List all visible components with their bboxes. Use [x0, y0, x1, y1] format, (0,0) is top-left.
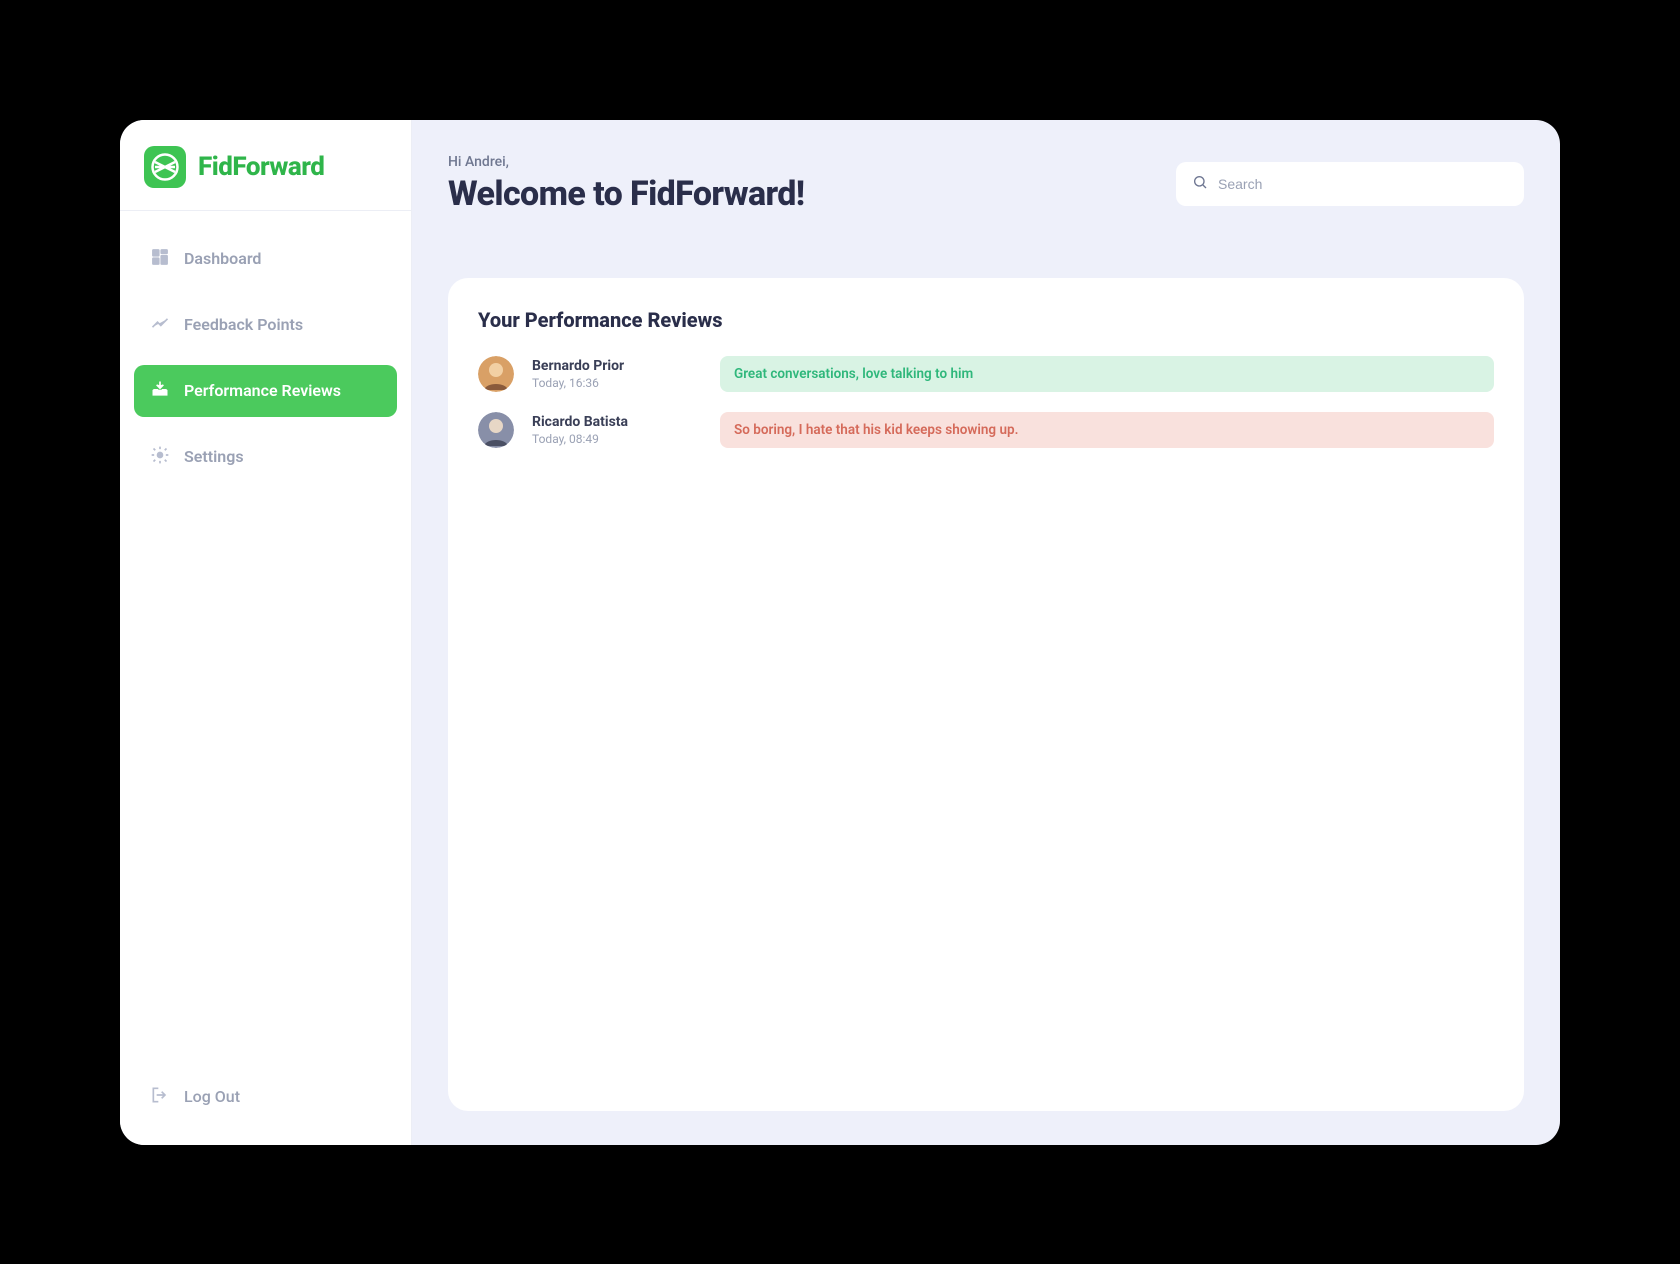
trend-icon — [150, 313, 170, 337]
main-content: Hi Andrei, Welcome to FidForward! Your P… — [412, 120, 1560, 1145]
sidebar-item-label: Feedback Points — [184, 315, 303, 334]
review-row: Bernardo Prior Today, 16:36 Great conver… — [478, 356, 1494, 392]
gear-icon — [150, 445, 170, 469]
avatar — [478, 356, 514, 392]
reviewer-name: Ricardo Batista — [532, 414, 702, 430]
brand: FidForward — [120, 120, 411, 211]
topbar: Hi Andrei, Welcome to FidForward! — [448, 154, 1524, 214]
sidebar-item-label: Dashboard — [184, 249, 261, 268]
greeting-text: Hi Andrei, — [448, 154, 805, 170]
sidebar-item-feedback-points[interactable]: Feedback Points — [134, 299, 397, 351]
sidebar: FidForward Dashboard Feedback Points Per… — [120, 120, 412, 1145]
review-note: Great conversations, love talking to him — [720, 356, 1494, 392]
sidebar-item-dashboard[interactable]: Dashboard — [134, 233, 397, 285]
dashboard-icon — [150, 247, 170, 271]
greeting-block: Hi Andrei, Welcome to FidForward! — [448, 154, 805, 214]
review-time: Today, 08:49 — [532, 432, 702, 446]
page-title: Welcome to FidForward! — [448, 174, 805, 214]
sidebar-item-performance-reviews[interactable]: Performance Reviews — [134, 365, 397, 417]
review-time: Today, 16:36 — [532, 376, 702, 390]
brand-name: FidForward — [198, 152, 324, 182]
search-input[interactable] — [1218, 176, 1508, 192]
review-person: Bernardo Prior Today, 16:36 — [532, 358, 702, 390]
sidebar-item-settings[interactable]: Settings — [134, 431, 397, 483]
sidebar-item-label: Performance Reviews — [184, 381, 341, 400]
reviews-card: Your Performance Reviews Bernardo Prior … — [448, 278, 1524, 1111]
search-icon — [1192, 174, 1208, 194]
reviewer-name: Bernardo Prior — [532, 358, 702, 374]
logout-icon — [150, 1085, 170, 1109]
brand-logo-icon — [144, 146, 186, 188]
sidebar-item-label: Settings — [184, 447, 244, 466]
review-person: Ricardo Batista Today, 08:49 — [532, 414, 702, 446]
reviews-title: Your Performance Reviews — [478, 308, 1494, 332]
sidebar-nav: Dashboard Feedback Points Performance Re… — [120, 211, 411, 483]
avatar — [478, 412, 514, 448]
review-row: Ricardo Batista Today, 08:49 So boring, … — [478, 412, 1494, 448]
inbox-icon — [150, 379, 170, 403]
review-note: So boring, I hate that his kid keeps sho… — [720, 412, 1494, 448]
search-box[interactable] — [1176, 162, 1524, 206]
app-frame: FidForward Dashboard Feedback Points Per… — [120, 120, 1560, 1145]
logout-label: Log Out — [184, 1087, 240, 1106]
logout-button[interactable]: Log Out — [120, 1073, 411, 1121]
